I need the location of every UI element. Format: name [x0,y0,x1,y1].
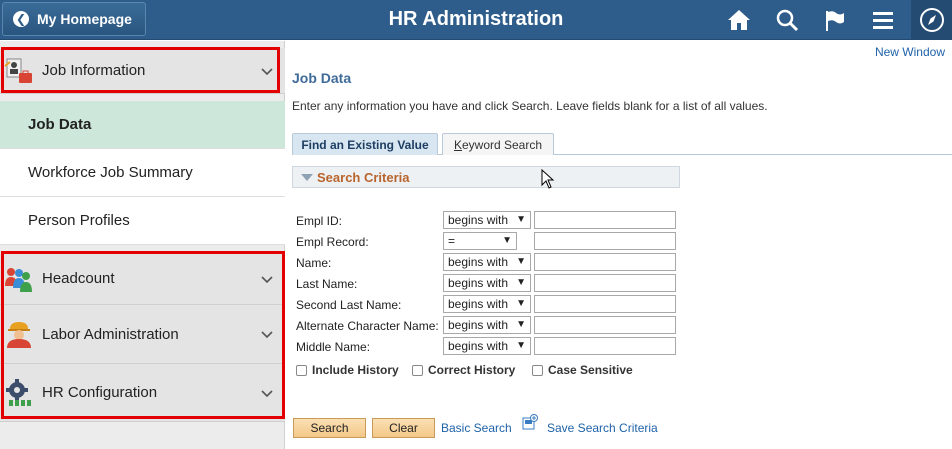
instructions-text: Enter any information you have and click… [292,99,768,113]
operator-value: begins with [448,318,509,332]
my-homepage-label: My Homepage [37,11,132,27]
chevron-down-icon [261,328,273,346]
dropdown-arrow-icon: ▼ [516,298,526,309]
section-label: Headcount [42,270,115,287]
case-sensitive-checkbox[interactable]: Case Sensitive [532,363,633,377]
field-row-last-name: Last Name: begins with ▼ [296,274,946,294]
my-homepage-button[interactable]: ❮ My Homepage [2,2,146,36]
field-label: Last Name: [296,277,358,291]
chevron-down-icon [261,387,273,405]
field-row-empl-id: Empl ID: begins with ▼ [296,211,946,231]
operator-value: begins with [448,297,509,311]
save-search-criteria-link[interactable]: Save Search Criteria [547,421,658,435]
job-information-icon [4,56,34,86]
chevron-down-icon [261,273,273,291]
basic-search-link[interactable]: Basic Search [441,421,512,435]
search-icon[interactable] [771,4,803,36]
new-window-link[interactable]: New Window [875,45,945,59]
mouse-cursor-icon [541,168,555,194]
operator-value: begins with [448,255,509,269]
flag-icon[interactable] [819,4,851,36]
operator-select[interactable]: begins with ▼ [443,295,531,313]
empl-id-input[interactable] [534,211,676,229]
correct-history-checkbox[interactable]: Correct History [412,363,515,377]
main-content: New Window Job Data Enter any informatio… [286,41,952,449]
section-label: HR Configuration [42,384,158,401]
search-criteria-header[interactable]: Search Criteria [292,166,680,188]
home-icon[interactable] [723,4,755,36]
checkbox-label: Case Sensitive [548,363,633,377]
gear-icon [4,378,34,408]
field-row-middle-name: Middle Name: begins with ▼ [296,337,946,357]
field-row-empl-record: Empl Record: = ▼ [296,232,946,252]
dropdown-arrow-icon: ▼ [516,319,526,330]
dropdown-arrow-icon: ▼ [516,214,526,225]
empl-record-input[interactable] [534,232,676,250]
save-search-icon[interactable] [522,414,538,435]
checkbox-label: Correct History [428,363,516,377]
operator-select[interactable]: begins with ▼ [443,253,531,271]
menu-icon[interactable] [867,4,899,36]
collapse-triangle-icon [301,173,313,181]
field-row-second-last-name: Second Last Name: begins with ▼ [296,295,946,315]
sidebar-item-workforce-job-summary[interactable]: Workforce Job Summary [0,149,285,197]
dropdown-arrow-icon: ▼ [516,340,526,351]
field-label: Alternate Character Name: [296,319,439,333]
operator-value: begins with [448,276,509,290]
tab-find-existing-value[interactable]: Find an Existing Value [292,133,438,155]
operator-select[interactable]: begins with ▼ [443,337,531,355]
include-history-checkbox[interactable]: Include History [296,363,399,377]
operator-value: begins with [448,213,509,227]
checkbox-box [532,364,543,376]
field-label: Middle Name: [296,340,371,354]
name-input[interactable] [534,253,676,271]
compass-icon[interactable] [911,0,952,40]
section-job-information[interactable]: Job Information [0,48,285,94]
checkbox-label: Include History [312,363,399,377]
section-headcount[interactable]: Headcount [0,253,285,305]
labor-icon [4,319,34,349]
operator-select[interactable]: begins with ▼ [443,274,531,292]
content-title: Job Data [292,70,352,86]
field-label: Second Last Name: [296,298,402,312]
clear-button[interactable]: Clear [372,418,435,438]
last-name-input[interactable] [534,274,676,292]
operator-select[interactable]: = ▼ [443,232,517,250]
checkbox-box [296,364,307,376]
field-row-name: Name: begins with ▼ [296,253,946,273]
dropdown-arrow-icon: ▼ [516,256,526,267]
field-label: Empl Record: [296,235,369,249]
header-bar: ❮ My Homepage HR Administration [0,0,952,40]
sidebar-item-job-data[interactable]: Job Data [0,101,285,149]
dropdown-arrow-icon: ▼ [516,277,526,288]
checkbox-box [412,364,423,376]
field-label: Empl ID: [296,214,343,228]
section-hr-configuration[interactable]: HR Configuration [0,364,285,422]
field-label: Name: [296,256,332,270]
chevron-down-icon [261,65,273,83]
search-tabs: Find an Existing Value Keyword Search [292,131,952,155]
operator-select[interactable]: begins with ▼ [443,211,531,229]
search-button[interactable]: Search [293,418,366,438]
middle-name-input[interactable] [534,337,676,355]
people-icon [4,264,34,294]
dropdown-arrow-icon: ▼ [502,235,512,246]
operator-select[interactable]: begins with ▼ [443,316,531,334]
section-labor-administration[interactable]: Labor Administration [0,305,285,364]
search-criteria-label: Search Criteria [317,169,410,185]
operator-value: begins with [448,339,509,353]
alternate-character-name-input[interactable] [534,316,676,334]
field-row-alternate-character-name: Alternate Character Name: begins with ▼ [296,316,946,336]
search-options: Include History Correct History Case Sen… [296,363,896,381]
second-last-name-input[interactable] [534,295,676,313]
section-label: Labor Administration [42,325,179,343]
tab-keyword-search[interactable]: Keyword Search [442,133,554,155]
chevron-left-icon: ❮ [13,11,29,27]
operator-value: = [448,234,456,248]
section-label: Job Information [42,62,146,79]
sidebar-item-person-profiles[interactable]: Person Profiles [0,197,285,245]
left-navigation-panel: Job Information Job Data Workforce Job S… [0,41,285,449]
